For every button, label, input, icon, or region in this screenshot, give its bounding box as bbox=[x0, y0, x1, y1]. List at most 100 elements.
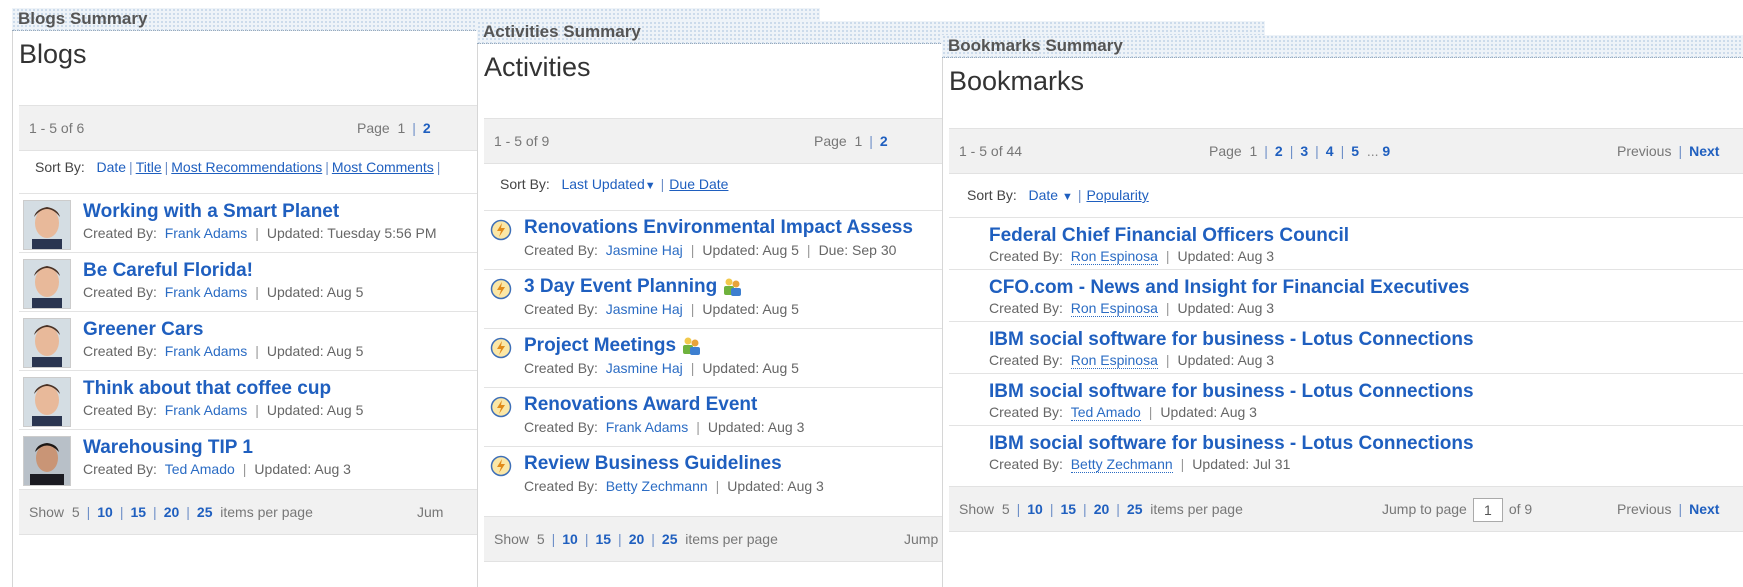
author-link[interactable]: Betty Zechmann bbox=[606, 478, 708, 494]
blog-entry-title[interactable]: Warehousing TIP 1 bbox=[83, 437, 253, 459]
bookmarks-page-5-link[interactable]: 5 bbox=[1351, 143, 1359, 159]
activity-title[interactable]: Renovations Environmental Impact Assess bbox=[524, 217, 913, 239]
blogs-jump-label: Jum bbox=[417, 504, 444, 520]
bookmarks-sort-row: Sort By: Date ▼ | Popularity bbox=[967, 187, 1149, 203]
bookmark-entry: CFO.com - News and Insight for Financial… bbox=[949, 269, 1743, 322]
activities-sort-due-date[interactable]: Due Date bbox=[669, 176, 728, 192]
next-link[interactable]: Next bbox=[1689, 501, 1719, 517]
author-link[interactable]: Frank Adams bbox=[165, 343, 247, 359]
show-15-link[interactable]: 15 bbox=[1060, 501, 1076, 517]
bookmark-title[interactable]: IBM social software for business - Lotus… bbox=[989, 433, 1474, 455]
show-10-link[interactable]: 10 bbox=[1027, 501, 1043, 517]
bookmarks-range: 1 - 5 of 44 bbox=[959, 143, 1023, 159]
blog-entry-title[interactable]: Think about that coffee cup bbox=[83, 378, 331, 400]
author-link[interactable]: Ron Espinosa bbox=[1070, 352, 1158, 369]
previous-link[interactable]: Previous bbox=[1617, 501, 1671, 517]
bookmarks-paging-bar: 1 - 5 of 44 Page 1 | 2 | 3 | 4 | 5 ... 9 Previou… bbox=[949, 128, 1743, 174]
community-icon bbox=[724, 278, 742, 296]
blogs-sort-most-comments[interactable]: Most Comments bbox=[332, 159, 434, 175]
author-link[interactable]: Frank Adams bbox=[165, 225, 247, 241]
next-link[interactable]: Next bbox=[1689, 143, 1719, 159]
author-link[interactable]: Frank Adams bbox=[165, 284, 247, 300]
bookmark-title[interactable]: IBM social software for business - Lotus… bbox=[989, 381, 1474, 403]
blog-entry-title[interactable]: Greener Cars bbox=[83, 319, 203, 341]
show-25-link[interactable]: 25 bbox=[197, 504, 213, 520]
bookmark-meta: Created By: Betty Zechmann | Updated: Jul … bbox=[989, 456, 1291, 473]
blogs-page-nav: Page 1 | 2 bbox=[357, 120, 431, 136]
activity-title: Project Meetings bbox=[524, 335, 702, 357]
show-25-link[interactable]: 25 bbox=[1127, 501, 1143, 517]
show-25-link[interactable]: 25 bbox=[662, 531, 678, 547]
blog-entry-title[interactable]: Be Careful Florida! bbox=[83, 260, 253, 282]
blogs-page-2-link[interactable]: 2 bbox=[423, 120, 431, 136]
blog-entry-title[interactable]: Working with a Smart Planet bbox=[83, 201, 339, 223]
bookmarks-page-3-link[interactable]: 3 bbox=[1300, 143, 1308, 159]
activity-icon bbox=[490, 278, 512, 300]
bookmark-title[interactable]: CFO.com - News and Insight for Financial… bbox=[989, 277, 1469, 299]
bookmarks-page-last-link[interactable]: 9 bbox=[1382, 143, 1390, 159]
blogs-sort-title[interactable]: Title bbox=[136, 159, 162, 175]
author-link[interactable]: Ron Espinosa bbox=[1070, 248, 1158, 265]
bookmark-entry: Federal Chief Financial Officers Council… bbox=[949, 217, 1743, 270]
author-link[interactable]: Betty Zechmann bbox=[1070, 456, 1173, 473]
show-20-link[interactable]: 20 bbox=[164, 504, 180, 520]
activities-sort-last-updated[interactable]: Last Updated bbox=[561, 176, 644, 192]
author-avatar bbox=[23, 377, 71, 427]
activities-page-2-link[interactable]: 2 bbox=[880, 133, 888, 149]
activity-meta: Created By: Betty Zechmann | Updated: Aug … bbox=[524, 478, 824, 494]
activity-icon bbox=[490, 455, 512, 477]
author-link[interactable]: Ted Amado bbox=[1070, 404, 1141, 421]
blog-entry-meta: Created By: Ted Amado | Updated: Aug 3 bbox=[83, 461, 351, 477]
author-link[interactable]: Jasmine Haj bbox=[606, 360, 683, 376]
author-avatar bbox=[23, 436, 71, 486]
activities-jump-label: Jump bbox=[904, 531, 939, 547]
author-link[interactable]: Frank Adams bbox=[606, 419, 688, 435]
author-link[interactable]: Jasmine Haj bbox=[606, 242, 683, 258]
show-15-link[interactable]: 15 bbox=[595, 531, 611, 547]
author-link[interactable]: Ted Amado bbox=[165, 461, 235, 477]
blogs-sort-date[interactable]: Date bbox=[96, 159, 126, 175]
bookmarks-items-per-page: Show 5 | 10 | 15 | 20 | 25 items per page bbox=[959, 501, 1243, 517]
bookmarks-jump-to-page: Jump to page 1 of 9 bbox=[1382, 487, 1532, 531]
activity-meta: Created By: Jasmine Haj | Updated: Aug 5 bbox=[524, 301, 799, 317]
show-20-link[interactable]: 20 bbox=[629, 531, 645, 547]
bookmark-title[interactable]: IBM social software for business - Lotus… bbox=[989, 329, 1474, 351]
show-10-link[interactable]: 10 bbox=[97, 504, 113, 520]
bookmark-entry: IBM social software for business - Lotus… bbox=[949, 373, 1743, 426]
blogs-sort-most-recommendations[interactable]: Most Recommendations bbox=[171, 159, 322, 175]
chevron-down-icon[interactable]: ▼ bbox=[645, 180, 656, 192]
community-icon bbox=[683, 337, 701, 355]
bookmarks-page-2-link[interactable]: 2 bbox=[1275, 143, 1283, 159]
activities-items-per-page: Show 5 | 10 | 15 | 20 | 25 items per page bbox=[494, 531, 778, 547]
author-link[interactable]: Jasmine Haj bbox=[606, 301, 683, 317]
bookmarks-sort-date[interactable]: Date bbox=[1028, 187, 1058, 203]
activity-title[interactable]: Renovations Award Event bbox=[524, 394, 757, 416]
bookmarks-prev-next: Previous | Next bbox=[1617, 143, 1720, 159]
bookmarks-footer-bar: Show 5 | 10 | 15 | 20 | 25 items per page Jump t… bbox=[949, 486, 1743, 532]
bookmark-meta: Created By: Ron Espinosa | Updated: Aug 3 bbox=[989, 248, 1275, 265]
activity-title[interactable]: Review Business Guidelines bbox=[524, 453, 782, 475]
bookmarks-footer-prev-next: Previous | Next bbox=[1617, 501, 1720, 517]
show-20-link[interactable]: 20 bbox=[1094, 501, 1110, 517]
bookmark-title[interactable]: Federal Chief Financial Officers Council bbox=[989, 225, 1349, 247]
jump-page-input[interactable]: 1 bbox=[1472, 498, 1503, 523]
bookmarks-page-nav: Page 1 | 2 | 3 | 4 | 5 ... 9 bbox=[1209, 143, 1391, 159]
activity-meta: Created By: Jasmine Haj | Updated: Aug 5 bbox=[524, 360, 799, 376]
previous-link[interactable]: Previous bbox=[1617, 143, 1671, 159]
activity-meta: Created By: Frank Adams | Updated: Aug 3 bbox=[524, 419, 805, 435]
activities-range: 1 - 5 of 9 bbox=[494, 133, 550, 149]
blog-entry-meta: Created By: Frank Adams | Updated: Aug 5 bbox=[83, 343, 364, 359]
activities-page-nav: Page 1 | 2 bbox=[814, 133, 888, 149]
activities-sort-row: Sort By: Last Updated▼ | Due Date bbox=[500, 176, 729, 192]
author-link[interactable]: Ron Espinosa bbox=[1070, 300, 1158, 317]
author-link[interactable]: Frank Adams bbox=[165, 402, 247, 418]
bookmarks-sort-popularity[interactable]: Popularity bbox=[1086, 187, 1148, 203]
chevron-down-icon[interactable]: ▼ bbox=[1062, 191, 1073, 203]
show-10-link[interactable]: 10 bbox=[562, 531, 578, 547]
author-avatar bbox=[23, 259, 71, 309]
bookmarks-page-4-link[interactable]: 4 bbox=[1326, 143, 1334, 159]
bookmark-meta: Created By: Ron Espinosa | Updated: Aug 3 bbox=[989, 352, 1275, 369]
bookmark-entry: IBM social software for business - Lotus… bbox=[949, 425, 1743, 478]
show-15-link[interactable]: 15 bbox=[130, 504, 146, 520]
bookmarks-panel-header: Bookmarks Summary bbox=[942, 35, 1743, 58]
